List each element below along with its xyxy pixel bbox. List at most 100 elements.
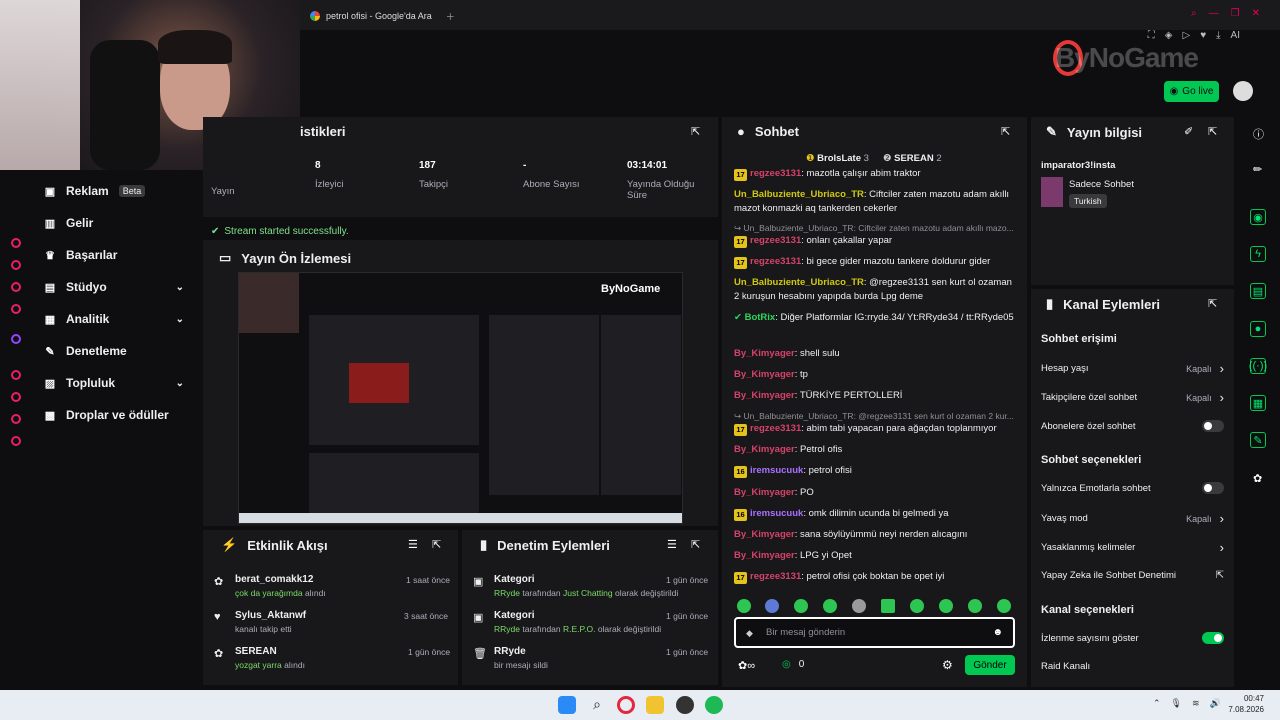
folder-icon[interactable] [646, 696, 664, 714]
channel-action-control[interactable] [1202, 632, 1224, 644]
chat-username[interactable]: By_Kimyager [734, 444, 795, 455]
chat-username[interactable]: regzee3131 [750, 256, 801, 267]
channel-action-row[interactable]: Raid Kanalı [1041, 661, 1224, 672]
emote-icon[interactable] [737, 599, 751, 613]
play-icon[interactable]: ▷ [1182, 30, 1190, 41]
emote-icon[interactable] [794, 599, 808, 613]
channel-action-control[interactable]: › [1220, 540, 1224, 555]
chat-username[interactable]: By_Kimyager [734, 390, 795, 401]
channel-action-row[interactable]: Yavaş mod Kapalı › [1041, 511, 1224, 526]
speaker-icon[interactable]: 🔊 [1210, 698, 1221, 709]
rail-icon[interactable] [11, 392, 21, 402]
emoji-icon[interactable]: ☻ [992, 627, 1003, 638]
community-icon[interactable]: ✿∞ [738, 659, 755, 672]
emote-icon[interactable] [968, 599, 982, 613]
emote-icon[interactable] [939, 599, 953, 613]
rail-icon[interactable] [11, 260, 21, 270]
emote-icon[interactable] [997, 599, 1011, 613]
rail-icon[interactable] [11, 370, 21, 380]
pencil-icon[interactable]: ✏ [1253, 163, 1262, 176]
channel-action-row[interactable]: Abonelere özel sohbet [1041, 420, 1224, 432]
toggle-switch[interactable] [1202, 420, 1224, 432]
channel-action-row[interactable]: Yasaklanmış kelimeler › [1041, 540, 1224, 555]
popout-icon[interactable]: ⇱ [691, 125, 700, 138]
chat-username[interactable]: By_Kimyager [734, 348, 795, 359]
chat-username[interactable]: regzee3131 [750, 235, 801, 246]
emote-icon[interactable] [910, 599, 924, 613]
layout-icon[interactable]: ▦ [1250, 395, 1266, 411]
sidebar-item-analitik[interactable]: ▦ Analitik ⌄ [44, 305, 194, 333]
chat-username[interactable]: Un_Balbuziente_Ubriaco_TR [734, 189, 864, 200]
extension-icon[interactable]: ⛶ [1148, 30, 1155, 41]
maximize-icon[interactable]: ❐ [1231, 8, 1240, 19]
gear-icon[interactable]: ⚙ [942, 658, 953, 672]
download-icon[interactable]: ⤓ [1216, 30, 1220, 41]
filter-icon[interactable]: ☰ [408, 538, 418, 551]
search-icon[interactable]: ⌕ [588, 696, 606, 714]
sidebar-item-topluluk[interactable]: ▨ Topluluk ⌄ [44, 369, 194, 397]
sidebar-item-gelir[interactable]: ▥ Gelir [44, 209, 194, 237]
wifi-icon[interactable]: ≋ [1192, 698, 1200, 709]
twitch-icon[interactable] [11, 334, 21, 344]
top-chatter[interactable]: ❶ BrolsLate 3 [806, 153, 869, 164]
sidebar-item-studyo[interactable]: ▤ Stüdyo ⌄ [44, 273, 194, 301]
chat-username[interactable]: iremsucuuk [750, 465, 803, 476]
toggle-switch[interactable] [1202, 632, 1224, 644]
channel-action-row[interactable]: İzlenme sayısını göster [1041, 632, 1224, 644]
settings-icon[interactable] [11, 436, 21, 446]
channel-action-control[interactable]: Kapalı › [1186, 361, 1224, 376]
rail-icon[interactable] [11, 304, 21, 314]
new-tab-icon[interactable]: ＋ [446, 10, 455, 23]
emote-icon[interactable] [823, 599, 837, 613]
filter-icon[interactable]: ☰ [667, 538, 677, 551]
chat-bubble-icon[interactable]: ● [1250, 321, 1266, 337]
mic-icon[interactable]: 🎙 [1171, 698, 1182, 709]
channel-action-control[interactable]: Kapalı › [1186, 390, 1224, 405]
opera-icon[interactable] [617, 696, 635, 714]
shield-icon[interactable]: ◈ [1165, 30, 1173, 41]
info-icon[interactable]: ⓘ [1253, 126, 1264, 142]
chat-username[interactable]: By_Kimyager [734, 487, 795, 498]
stream-preview-video[interactable]: ByNoGame [238, 272, 683, 524]
emote-icon[interactable] [881, 599, 895, 613]
chevron-up-icon[interactable]: ⌃ [1153, 698, 1161, 709]
rail-icon[interactable] [11, 414, 21, 424]
popout-icon[interactable]: ⇱ [1208, 297, 1217, 310]
sidebar-item-denetleme[interactable]: ✎ Denetleme [44, 337, 194, 365]
close-icon[interactable]: ✕ [1252, 8, 1260, 19]
chat-username[interactable]: iremsucuuk [750, 508, 803, 519]
heart-icon[interactable]: ♥ [1200, 30, 1206, 41]
channel-action-row[interactable]: Yalnızca Emotlarla sohbet [1041, 482, 1224, 494]
wrench-icon[interactable]: ✎ [1250, 432, 1266, 448]
windows-icon[interactable] [558, 696, 576, 714]
chat-username[interactable]: regzee3131 [750, 571, 801, 582]
bolt-icon[interactable]: ϟ [1250, 246, 1266, 262]
ai-icon[interactable]: AI [1231, 30, 1240, 41]
avatar[interactable] [1233, 81, 1253, 101]
channel-action-control[interactable]: Kapalı › [1186, 511, 1224, 526]
chat-input[interactable]: ◆ Bir mesaj gönderin ☻ [734, 617, 1015, 648]
search-icon[interactable]: ⌕ [1191, 8, 1197, 19]
community-icon[interactable]: ✿ [1253, 472, 1262, 485]
edit-icon[interactable]: ✐ [1184, 125, 1193, 138]
sidebar-item-reklam[interactable]: ▣ Reklam Beta [44, 177, 194, 205]
channel-action-row[interactable]: Yapay Zeka ile Sohbet Denetimi ⇱ [1041, 570, 1224, 581]
sidebar-item-droplar[interactable]: ▩ Droplar ve ödüller [44, 401, 194, 429]
channel-action-control[interactable]: ⇱ [1216, 570, 1224, 581]
chat-username[interactable]: regzee3131 [750, 168, 801, 179]
document-icon[interactable]: ▤ [1250, 283, 1266, 299]
spotify-icon[interactable] [705, 696, 723, 714]
popout-icon[interactable]: ⇱ [1001, 125, 1010, 138]
points-display[interactable]: ◎ 0 [782, 659, 804, 670]
chat-username[interactable]: By_Kimyager [734, 369, 795, 380]
chat-username[interactable]: Un_Balbuziente_Ubriaco_TR [734, 277, 864, 288]
channel-action-control[interactable] [1202, 420, 1224, 432]
channel-action-row[interactable]: Takipçilere özel sohbet Kapalı › [1041, 390, 1224, 405]
popout-icon[interactable]: ⇱ [691, 538, 700, 551]
chat-username[interactable]: BotRix [745, 312, 776, 323]
broadcast-icon[interactable]: ((·)) [1249, 358, 1267, 374]
sidebar-item-basarilar[interactable]: ♛ Başarılar [44, 241, 194, 269]
taskbar-clock[interactable]: 00:47 7.08.2026 [1228, 693, 1264, 715]
minimize-icon[interactable]: — [1209, 8, 1219, 19]
send-button[interactable]: Gönder [965, 655, 1015, 675]
